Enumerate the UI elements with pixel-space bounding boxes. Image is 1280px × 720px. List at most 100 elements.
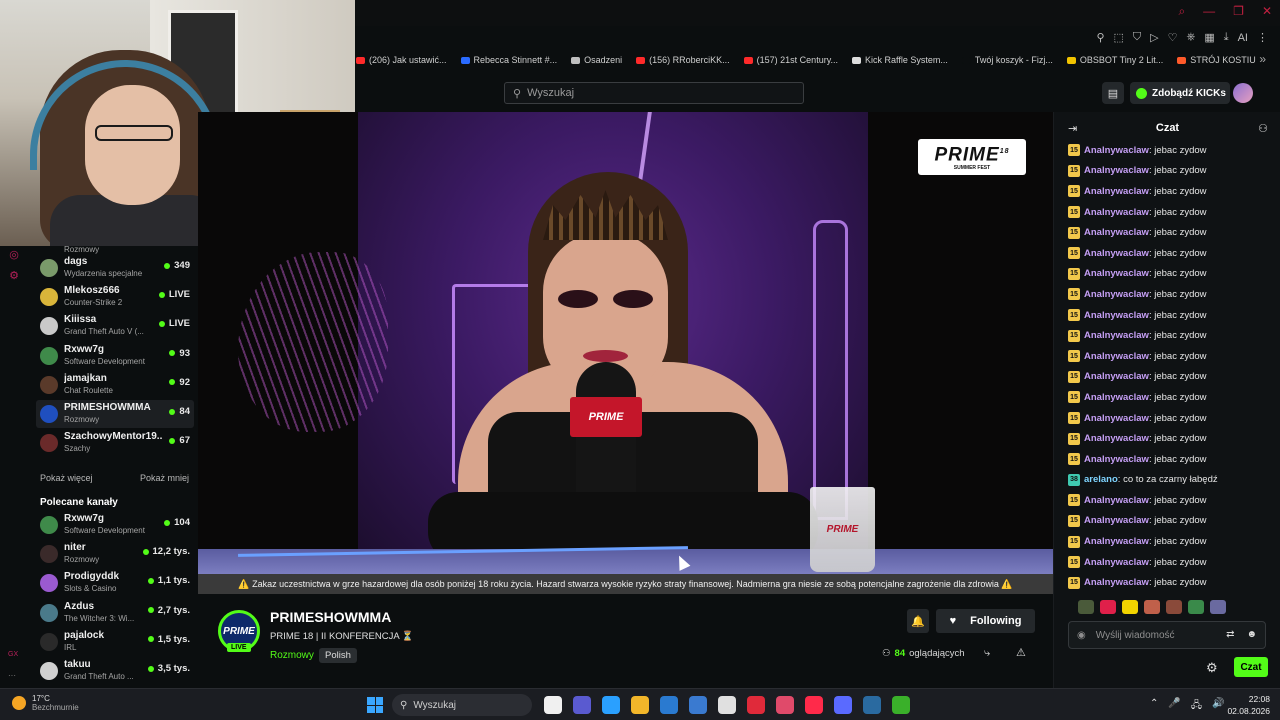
bookmark-item[interactable]: OBSBOT Tiny 2 Lit... xyxy=(1066,55,1163,65)
user-avatar[interactable] xyxy=(1233,83,1253,103)
bookmark-item[interactable]: Twój koszyk - Fizj... xyxy=(961,55,1053,65)
stream-category[interactable]: Rozmowy xyxy=(270,650,314,661)
channel-name[interactable]: PRIMESHOWMMA xyxy=(270,609,391,625)
pin-icon[interactable]: ⚲ xyxy=(1096,31,1104,44)
chat-username[interactable]: Analnywaclaw xyxy=(1084,392,1149,403)
language-tag[interactable]: Polish xyxy=(319,648,357,663)
sidebar-channel-dags[interactable]: dags Wydarzenia specjalne 349 xyxy=(36,254,194,282)
emote-icon[interactable] xyxy=(1078,600,1094,614)
sidebar-channel-mlekosz666[interactable]: Mlekosz666 Counter-Strike 2 LIVE xyxy=(36,283,194,311)
close-icon[interactable]: ✕ xyxy=(1262,4,1272,19)
chat-username[interactable]: Analnywaclaw xyxy=(1084,413,1149,424)
chat-send-button[interactable]: Czat xyxy=(1234,657,1268,677)
chat-input[interactable]: ◉ Wyślij wiadomość ⇄ ☻ xyxy=(1068,621,1266,649)
taskbar-search[interactable]: ⚲ Wyszukaj xyxy=(392,694,532,716)
taskbar-app-icon[interactable] xyxy=(747,696,765,714)
taskbar-app-icon[interactable] xyxy=(602,696,620,714)
bookmarks-more-icon[interactable]: » xyxy=(1259,52,1266,66)
chat-username[interactable]: Analnywaclaw xyxy=(1084,515,1149,526)
ai-icon[interactable]: AI xyxy=(1238,32,1248,44)
chat-users-icon[interactable]: ⚇ xyxy=(1258,122,1268,135)
volume-icon[interactable]: 🔊 xyxy=(1212,698,1224,715)
taskbar-app-icon[interactable] xyxy=(631,696,649,714)
bookmark-item[interactable]: Kick Raffle System... xyxy=(852,55,948,65)
chat-username[interactable]: Analnywaclaw xyxy=(1084,227,1149,238)
chat-username[interactable]: Analnywaclaw xyxy=(1084,289,1149,300)
microphone-icon[interactable]: 🎤 xyxy=(1168,698,1180,715)
bookmark-item[interactable]: STRÓJ KOSTIUM... xyxy=(1177,55,1256,65)
search-input[interactable]: ⚲ Wyszukaj xyxy=(504,82,804,104)
emote-icon[interactable] xyxy=(1122,600,1138,614)
rail-target-icon[interactable]: ◎ xyxy=(4,248,24,261)
chat-username[interactable]: Analnywaclaw xyxy=(1084,371,1149,382)
taskbar-app-icon[interactable] xyxy=(718,696,736,714)
emoji-icon[interactable]: ☻ xyxy=(1246,629,1257,640)
taskbar-app-icon[interactable] xyxy=(689,696,707,714)
sidebar-channel-kiiissa[interactable]: Kiiissa Grand Theft Auto V (... LIVE xyxy=(36,312,194,340)
taskbar-app-icon[interactable] xyxy=(544,696,562,714)
shield-icon[interactable]: ⛉ xyxy=(1133,31,1141,44)
taskbar-app-icon[interactable] xyxy=(805,696,823,714)
chat-username[interactable]: Analnywaclaw xyxy=(1084,207,1149,218)
rail-gear-icon[interactable]: ⚙ xyxy=(4,269,24,282)
emote-icon[interactable] xyxy=(1144,600,1160,614)
chat-username[interactable]: Analnywaclaw xyxy=(1084,145,1149,156)
chat-username[interactable]: Analnywaclaw xyxy=(1084,557,1149,568)
sidebar-channel-pajalock[interactable]: pajalock IRL 1,5 tys. xyxy=(36,628,194,656)
taskbar-app-icon[interactable] xyxy=(573,696,591,714)
emote-icon[interactable] xyxy=(1166,600,1182,614)
chat-username[interactable]: Analnywaclaw xyxy=(1084,330,1149,341)
rail-gx-icon[interactable]: GX xyxy=(8,651,18,658)
windows-start-icon[interactable] xyxy=(367,697,383,713)
chat-username[interactable]: Analnywaclaw xyxy=(1084,248,1149,259)
taskbar-app-icon[interactable] xyxy=(776,696,794,714)
emote-icon[interactable] xyxy=(1210,600,1226,614)
chat-username[interactable]: Analnywaclaw xyxy=(1084,186,1149,197)
chat-settings-icon[interactable]: ⚙ xyxy=(1206,660,1218,676)
chat-username[interactable]: Analnywaclaw xyxy=(1084,165,1149,176)
tray-expand-icon[interactable]: ⌃ xyxy=(1150,698,1158,715)
sidebar-channel-primeshowmma[interactable]: PRIMESHOWMMA Rozmowy 84 xyxy=(36,400,194,428)
search-icon[interactable]: ⌕ xyxy=(1178,4,1185,19)
sidebar-channel-prodigyddk[interactable]: Prodigyddk Slots & Casino 1,1 tys. xyxy=(36,569,194,597)
emote-icon[interactable] xyxy=(1100,600,1116,614)
collapse-chat-icon[interactable]: ⇥ xyxy=(1068,122,1077,135)
chat-username[interactable]: Analnywaclaw xyxy=(1084,433,1149,444)
following-button[interactable]: ♥ Following xyxy=(936,609,1035,633)
show-more-link[interactable]: Pokaż więcej xyxy=(40,473,93,483)
bookmark-item[interactable]: (206) Jak ustawić... xyxy=(356,55,447,65)
sidebar-channel-jamajkan[interactable]: jamajkan Chat Roulette 92 xyxy=(36,371,194,399)
translate-icon[interactable]: ⇄ xyxy=(1226,629,1234,640)
taskbar-app-icon[interactable] xyxy=(660,696,678,714)
emote-icon[interactable] xyxy=(1188,600,1204,614)
sidebar-channel-rxww7g[interactable]: Rxww7g Software Development 93 xyxy=(36,342,194,370)
chat-username[interactable]: Analnywaclaw xyxy=(1084,310,1149,321)
rail-more-icon[interactable]: ··· xyxy=(8,671,16,680)
clock[interactable]: 22:08 02.08.2026 xyxy=(1227,693,1270,717)
menu-icon[interactable]: ⋮ xyxy=(1257,31,1268,44)
notifications-button[interactable]: 🔔 xyxy=(907,609,929,633)
taskbar-app-icon[interactable] xyxy=(863,696,881,714)
chat-username[interactable]: Analnywaclaw xyxy=(1084,577,1149,588)
chat-username[interactable]: arelano xyxy=(1084,474,1118,485)
extensions-icon[interactable]: ⎈ xyxy=(1187,31,1196,44)
bookmark-item[interactable]: (157) 21st Century... xyxy=(743,55,838,65)
heart-icon[interactable]: ♡ xyxy=(1168,31,1178,44)
chat-username[interactable]: Analnywaclaw xyxy=(1084,268,1149,279)
bookmark-item[interactable]: Rebecca Stinnett #... xyxy=(460,55,557,65)
sidebar-channel-azdus[interactable]: Azdus The Witcher 3: Wi... 2,7 tys. xyxy=(36,599,194,627)
layout-button[interactable]: ▤ xyxy=(1102,82,1124,104)
network-icon[interactable]: 🖧 xyxy=(1191,698,1202,715)
screenshot-icon[interactable]: ⬚ xyxy=(1114,31,1124,44)
bookmark-item[interactable]: Osadzeni xyxy=(571,55,622,65)
play-icon[interactable]: ▷ xyxy=(1150,31,1158,44)
grid-icon[interactable]: ▦ xyxy=(1204,31,1214,44)
bookmark-item[interactable]: (156) RRoberciKK... xyxy=(636,55,730,65)
chat-username[interactable]: Analnywaclaw xyxy=(1084,351,1149,362)
taskbar-app-icon[interactable] xyxy=(834,696,852,714)
minimize-icon[interactable]: — xyxy=(1203,4,1215,19)
get-kicks-button[interactable]: Zdobądź KICKs xyxy=(1130,82,1230,104)
maximize-icon[interactable]: ❐ xyxy=(1233,4,1244,19)
show-less-link[interactable]: Pokaż mniej xyxy=(140,473,189,483)
weather-widget[interactable]: 17°C Bezchmurnie xyxy=(12,694,79,712)
